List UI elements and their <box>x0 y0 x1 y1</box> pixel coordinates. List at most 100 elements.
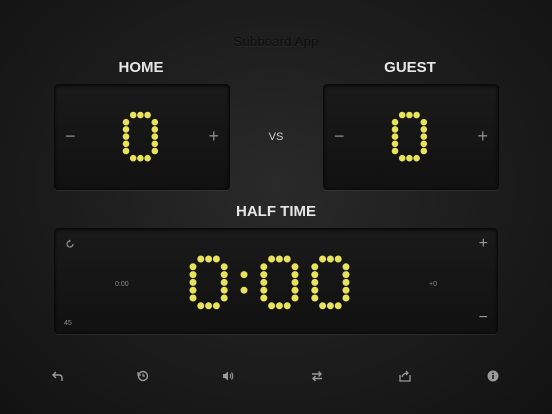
led-dot <box>420 126 428 133</box>
led-dot <box>326 255 334 263</box>
led-dot <box>122 118 130 126</box>
home-score-digits[interactable] <box>55 85 159 162</box>
led-dot <box>319 302 327 310</box>
reset-clock-icon[interactable] <box>137 370 149 382</box>
led-dot <box>291 286 299 294</box>
led-dot <box>220 286 228 294</box>
reset-timer-icon[interactable] <box>65 239 75 249</box>
led-dot <box>189 278 197 286</box>
led-dot <box>137 111 144 119</box>
led-dot <box>413 154 420 162</box>
led-dot <box>391 118 399 126</box>
timer-panel: + − 0:00 +0 45 <box>54 228 498 334</box>
led-dot <box>240 286 248 294</box>
led-dot <box>311 294 319 302</box>
guest-score-digits[interactable] <box>324 85 428 162</box>
led-dot <box>334 255 342 263</box>
led-dot <box>291 263 299 271</box>
led-dot <box>189 263 197 271</box>
led-dot <box>275 302 283 310</box>
led-dot <box>420 147 428 155</box>
led-dot <box>342 278 350 286</box>
led-dot <box>342 271 350 279</box>
led-digit <box>260 255 299 310</box>
led-dot <box>212 255 220 263</box>
led-dot <box>391 133 399 140</box>
led-dot <box>342 263 350 271</box>
guest-label: GUEST <box>384 59 436 76</box>
led-colon <box>240 271 248 294</box>
led-digit <box>311 255 350 310</box>
led-dot <box>151 140 159 148</box>
led-dot <box>151 126 159 133</box>
app-title: Subboard App <box>233 34 319 49</box>
led-dot <box>189 294 197 302</box>
led-dot <box>334 302 342 310</box>
led-dot <box>326 302 334 310</box>
share-icon[interactable] <box>399 370 411 382</box>
led-dot <box>420 140 428 148</box>
led-dot <box>197 302 205 310</box>
added-time-label: +0 <box>429 281 437 288</box>
led-dot <box>291 294 299 302</box>
led-dot <box>260 278 268 286</box>
led-dot <box>129 154 137 162</box>
led-dot <box>413 111 420 119</box>
led-dot <box>212 302 220 310</box>
led-dot <box>398 111 406 119</box>
home-score-panel: − + <box>54 84 230 190</box>
period-length-label: 45 <box>64 320 72 327</box>
swap-icon[interactable] <box>311 370 323 382</box>
led-dot <box>122 133 130 140</box>
led-dot <box>122 147 130 155</box>
home-minus-button[interactable]: − <box>65 127 76 145</box>
led-digit <box>189 255 228 310</box>
led-dot <box>268 302 276 310</box>
led-dot <box>189 286 197 294</box>
led-dot <box>197 255 205 263</box>
led-dot <box>391 126 399 133</box>
led-dot <box>122 126 130 133</box>
info-icon[interactable] <box>487 370 499 382</box>
led-dot <box>260 294 268 302</box>
home-plus-button[interactable]: + <box>208 127 219 145</box>
led-dot <box>189 271 197 279</box>
led-dot <box>144 154 151 162</box>
guest-plus-button[interactable]: + <box>477 127 488 145</box>
elapsed-time-label: 0:00 <box>115 281 129 288</box>
led-dot <box>420 118 428 126</box>
led-dot <box>129 111 137 119</box>
led-dot <box>220 294 228 302</box>
led-dot <box>240 271 248 279</box>
led-dot <box>420 133 428 140</box>
led-dot <box>220 271 228 279</box>
period-label[interactable]: HALF TIME <box>0 203 552 220</box>
led-dot <box>260 286 268 294</box>
led-dot <box>311 278 319 286</box>
led-dot <box>144 111 151 119</box>
vs-label: VS <box>268 131 284 143</box>
led-dot <box>275 255 283 263</box>
led-digit <box>122 111 159 162</box>
led-dot <box>398 154 406 162</box>
timer-minus-button[interactable]: − <box>479 309 488 327</box>
led-dot <box>311 286 319 294</box>
led-dot <box>342 286 350 294</box>
led-dot <box>220 278 228 286</box>
led-dot <box>220 263 228 271</box>
led-dot <box>291 271 299 279</box>
led-dot <box>319 255 327 263</box>
guest-score-panel: − + <box>323 84 499 190</box>
timer-plus-button[interactable]: + <box>479 235 488 253</box>
undo-icon[interactable] <box>52 370 64 382</box>
sound-icon[interactable] <box>222 370 234 382</box>
led-dot <box>260 263 268 271</box>
led-dot <box>137 154 144 162</box>
led-dot <box>311 263 319 271</box>
led-dot <box>205 255 213 263</box>
led-dot <box>151 118 159 126</box>
guest-minus-button[interactable]: − <box>334 127 345 145</box>
led-dot <box>268 255 276 263</box>
timer-digits[interactable] <box>55 229 350 310</box>
led-dot <box>151 133 159 140</box>
